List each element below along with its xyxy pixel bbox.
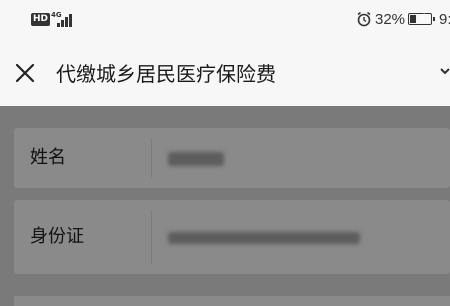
battery-percent: 32%: [375, 11, 406, 28]
name-label: 姓名: [30, 147, 66, 168]
battery-icon: ⚡: [408, 11, 435, 25]
more-icon[interactable]: [440, 65, 450, 81]
signal-bars-icon: [55, 13, 75, 27]
next-field-row-partial: [14, 296, 450, 306]
field-divider: [151, 210, 152, 264]
status-clock: 9:: [439, 11, 450, 28]
id-card-value-masked: [168, 232, 360, 244]
battery-fill: [410, 15, 417, 23]
dimmed-form-area: 姓名 身份证: [0, 106, 450, 306]
field-divider: [151, 138, 152, 178]
app-header: 代缴城乡居民医疗保险费: [0, 40, 450, 106]
hd-badge: HD: [31, 13, 51, 26]
name-value-masked: [168, 152, 224, 166]
id-card-label: 身份证: [30, 226, 84, 247]
name-field-row[interactable]: 姓名: [14, 128, 450, 188]
page-title: 代缴城乡居民医疗保险费: [56, 62, 276, 86]
close-icon[interactable]: [10, 58, 40, 88]
charging-bolt-icon: ⚡: [418, 11, 426, 24]
id-card-field-row[interactable]: 身份证: [14, 200, 450, 274]
alarm-clock-icon: [357, 11, 371, 27]
status-bar: HD 4G 32% ⚡ 9:: [0, 0, 450, 40]
